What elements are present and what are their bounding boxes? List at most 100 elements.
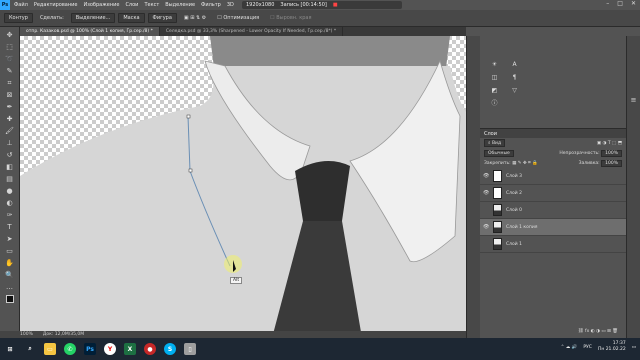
layer-row[interactable]: Слой 1 (480, 236, 626, 253)
tray-icons[interactable]: ⌃ ☁ 🔊 (561, 345, 578, 350)
lock-icons[interactable]: ▦ ✎ ✥ ⌗ 🔒 (512, 161, 538, 166)
tie-knot (295, 161, 350, 221)
record-stop-icon[interactable]: ■ (333, 2, 338, 8)
brush-icon[interactable]: 🖌 (4, 127, 16, 136)
menu-select[interactable]: Выделение (165, 2, 195, 8)
foreground-color-swatch[interactable] (5, 295, 14, 303)
notifications-icon[interactable]: ▭ (632, 345, 636, 350)
zoom-icon[interactable]: 🔍 (4, 271, 16, 280)
dodge-icon[interactable]: ◐ (4, 199, 16, 208)
blend-mode-select[interactable]: Обычные (484, 149, 514, 157)
photoshop-icon[interactable]: Ps (84, 343, 96, 355)
make-mask-button[interactable]: Маска (118, 13, 145, 23)
menu-3d[interactable]: 3D (227, 2, 234, 8)
layers-footer-icons[interactable]: ⛓ fx ◐ ◑ ▭ ⊞ 🗑 (574, 326, 622, 336)
gradient-icon[interactable]: ▤ (4, 175, 16, 184)
menu-image[interactable]: Изображение (83, 2, 119, 8)
layer-name: Слой 2 (506, 190, 522, 196)
clock[interactable]: 17:37 Пн 21.02.22 (598, 341, 626, 353)
menu-layers[interactable]: Слои (125, 2, 138, 8)
language-indicator[interactable]: РУС (583, 345, 592, 350)
marquee-icon[interactable]: ⬚ (4, 43, 16, 52)
zoom-level[interactable]: 100% (20, 332, 33, 337)
photoshop-logo: Ps (0, 0, 10, 10)
start-icon[interactable]: ⊞ (4, 343, 16, 355)
type-panel-icon[interactable]: A (506, 60, 523, 70)
record-icon[interactable]: ● (144, 343, 156, 355)
hand-icon[interactable]: ✋ (4, 259, 16, 268)
skype-icon[interactable]: S (164, 343, 176, 355)
excel-icon[interactable]: X (124, 343, 136, 355)
eye-icon[interactable]: 👁 (483, 173, 489, 179)
record-resolution[interactable]: 1920x1080 (246, 2, 274, 8)
status-bar: 100% Док: 12,0M/35,0M (0, 331, 466, 338)
yandex-icon[interactable]: Y (104, 343, 116, 355)
explorer-icon[interactable]: ▭ (44, 343, 56, 355)
layer-row[interactable]: 👁 Слой 2 (480, 185, 626, 202)
layers-title[interactable]: Слои (480, 129, 626, 138)
tab-document-1[interactable]: отпр. Казаков.psd @ 100% (Слой 1 копия, … (20, 27, 160, 36)
menu-type[interactable]: Текст (144, 2, 159, 8)
window-controls: – □ ✕ (606, 0, 636, 7)
path-ops-icon[interactable]: ▣ ⊞ ⇅ ⚙ (180, 14, 210, 22)
search-icon[interactable]: ⌕ (24, 343, 36, 355)
pen-icon[interactable]: ✑ (4, 211, 16, 220)
info-icon[interactable]: ⓘ (486, 99, 503, 109)
healing-icon[interactable]: ✚ (4, 115, 16, 124)
path-select-icon[interactable]: ➤ (4, 235, 16, 244)
vibrance-icon[interactable]: ▽ (506, 86, 523, 96)
move-icon[interactable]: ✥ (4, 31, 16, 40)
opacity-label: Непрозрачность: (559, 150, 600, 156)
layer-row[interactable]: Слой 0 (480, 202, 626, 219)
close-icon[interactable]: ✕ (631, 0, 636, 7)
tab-document-2[interactable]: Селедка.psd @ 33,3% (Sharpened - Lower O… (160, 27, 344, 36)
layer-row-selected[interactable]: 👁 Слой 1 копия (480, 219, 626, 236)
brightness-icon[interactable]: ☀ (486, 60, 503, 70)
menu-edit[interactable]: Редактирование (34, 2, 78, 8)
maximize-icon[interactable]: □ (617, 0, 623, 7)
exposure-icon[interactable]: ◩ (486, 86, 503, 96)
filter-icons[interactable]: ▣ ◑ T ⬚ ⬒ (597, 141, 622, 146)
minimize-icon[interactable]: – (606, 0, 609, 7)
fill-input[interactable]: 100% (601, 159, 622, 167)
history-brush-icon[interactable]: ↺ (4, 151, 16, 160)
quick-select-icon[interactable]: ✎ (4, 67, 16, 76)
pen-tool-mode-select[interactable]: Контур (4, 13, 33, 23)
align-edges-checkbox[interactable]: ☐ Выровн. края (266, 14, 315, 22)
type-icon[interactable]: T (4, 223, 16, 232)
whatsapp-icon[interactable]: ✆ (64, 343, 76, 355)
rectangle-icon[interactable]: ▭ (4, 247, 16, 256)
eyedropper-icon[interactable]: ✒ (4, 103, 16, 112)
optimize-label: Оптимизация (223, 15, 260, 21)
document-canvas[interactable]: Alt (20, 36, 466, 338)
make-selection-button[interactable]: Выделение... (70, 13, 116, 23)
menu-file[interactable]: Файл (14, 2, 28, 8)
eye-icon[interactable]: 👁 (483, 224, 489, 230)
recorder-bar: 1920x1080 Запись [00:14:50] ■ (242, 1, 402, 9)
layer-row[interactable]: 👁 Слой 3 (480, 168, 626, 185)
make-shape-button[interactable]: Фигура (147, 13, 177, 23)
doc-size: Док: 12,0M/35,0M (42, 332, 85, 337)
eye-icon[interactable]: 👁 (483, 190, 489, 196)
frame-icon[interactable]: ⊠ (4, 91, 16, 100)
document-tabs: отпр. Казаков.psd @ 100% (Слой 1 копия, … (20, 27, 466, 36)
paragraph-icon[interactable]: ¶ (506, 73, 523, 83)
stamp-icon[interactable]: ⊥ (4, 139, 16, 148)
lasso-icon[interactable]: ➰ (4, 55, 16, 64)
file-icon[interactable]: ▯ (184, 343, 196, 355)
collapsed-panel-strip (466, 36, 480, 338)
panel-toggle-icon[interactable]: ≡ (628, 96, 640, 105)
more-tools-icon[interactable]: … (4, 283, 16, 292)
layer-thumbnail (493, 238, 502, 250)
kind-filter-label: Вид (491, 141, 502, 146)
kind-filter-select[interactable]: ⌕ Вид (484, 139, 506, 147)
menu-filter[interactable]: Фильтр (201, 2, 221, 8)
crop-icon[interactable]: ⌗ (4, 79, 16, 88)
blur-icon[interactable]: ● (4, 187, 16, 196)
layer-thumbnail (493, 187, 502, 199)
curves-icon[interactable]: ◫ (486, 73, 503, 83)
eraser-icon[interactable]: ◧ (4, 163, 16, 172)
optimize-checkbox[interactable]: ☐ Оптимизация (213, 14, 263, 22)
opacity-input[interactable]: 100% (601, 149, 622, 157)
layer-filter-row: ⌕ Вид ▣ ◑ T ⬚ ⬒ (480, 138, 626, 148)
